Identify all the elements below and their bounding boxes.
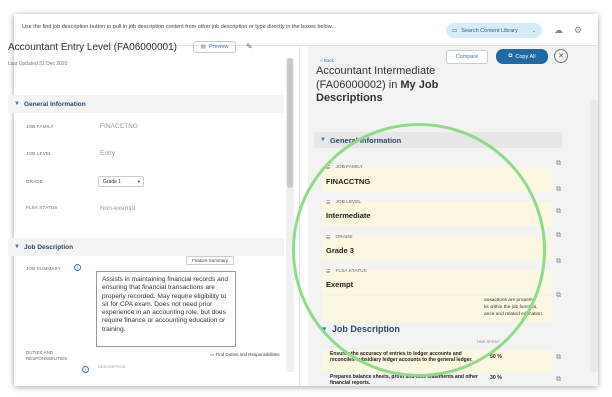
copy-all-button[interactable]: ⧉ Copy All [496,49,548,64]
copy-icon[interactable]: ⧉ [556,186,561,194]
job-family-value[interactable]: FINACCTNG [100,123,138,130]
grade-select[interactable]: Grade 1 ▾ [98,176,144,187]
caret-down-icon: ▼ [14,244,20,250]
chevron-down-icon: ⌄ [531,27,536,34]
back-link[interactable]: < Back [320,58,334,63]
caret-down-icon: ▼ [320,137,326,143]
left-scrollbar[interactable] [286,58,294,372]
preview-icon: ▤ [200,44,206,50]
copy-icon: ⧉ [508,53,513,59]
info-icon[interactable]: i [74,264,81,271]
responsibility-pct-1: 50 % [490,354,502,360]
compare-job-title: Accountant Intermediate (FA06000002) in … [316,65,444,106]
grade-select-value: Grade 1 [103,178,122,185]
find-duties-button[interactable]: ▭ Find Duties and Responsibilities [210,352,280,358]
find-duties-label: Find Duties and Responsibilities [215,352,280,357]
flsa-status-value[interactable]: Non-exempt [100,205,135,212]
grade-label: GRADE [26,179,44,184]
job-summary-label: JOB SUMMARY [26,266,62,271]
job-description-title: Job Description [23,243,74,251]
left-scrollbar-thumb[interactable] [287,58,293,188]
feature-summary-label: Feature Summary [191,258,228,263]
job-level-value[interactable]: Entry [100,150,115,157]
caret-down-icon: ▼ [14,101,20,107]
copy-icon[interactable]: ⧉ [556,258,561,266]
search-content-library-button[interactable]: ▭ Search Content Library ⌄ [446,23,542,38]
general-information-header[interactable]: ▼ General Information [8,95,284,113]
job-summary-textarea[interactable]: Assists in maintaining financial records… [96,271,236,347]
feature-summary-button[interactable]: Feature Summary [186,256,234,265]
copy-icon[interactable]: ⧉ [556,208,561,216]
page-title: Accountant Entry Level (FA06000001) [8,42,177,53]
last-updated: Last Updated 31 Dec 2020 [8,61,68,67]
preview-button[interactable]: ▤ Preview [193,41,236,53]
responsibility-pct-2: 30 % [490,375,502,381]
instruction-text: Use the find job description button to p… [22,24,333,30]
copy-icon[interactable]: ⧉ [556,376,561,384]
general-information-title: General Information [23,100,86,108]
info-icon[interactable]: i [82,366,89,373]
cloud-icon[interactable]: ☁ [554,25,563,36]
copy-icon[interactable]: ⧉ [556,232,561,240]
search-library-icon: ▭ [452,27,458,34]
copy-icon[interactable]: ⧉ [556,354,561,362]
edit-icon[interactable]: ✎ [246,42,253,51]
copy-icon[interactable]: ⧉ [556,292,561,300]
job-description-header[interactable]: ▼ Job Description [8,238,284,256]
copy-all-label: Copy All [515,53,536,60]
chevron-down-icon: ▾ [137,178,140,184]
search-library-label: Search Content Library [461,27,518,34]
close-icon[interactable]: ✕ [554,49,568,63]
job-level-label: JOB LEVEL [26,151,52,156]
flsa-status-label: FLSA STATUS [26,205,58,210]
job-family-label: JOB FAMILY [26,124,54,129]
compare-button[interactable]: Compare [446,50,488,64]
copy-icon[interactable]: ⧉ [556,160,561,168]
highlight-circle [292,123,546,377]
gear-icon[interactable]: ⚙ [574,25,582,36]
preview-label: Preview [208,44,229,50]
duties-label: DUTIES AND RESPONSIBILITIES [26,350,68,361]
right-scrollbar[interactable] [590,100,598,372]
description-column-header: DESCRIPTION [98,364,126,369]
